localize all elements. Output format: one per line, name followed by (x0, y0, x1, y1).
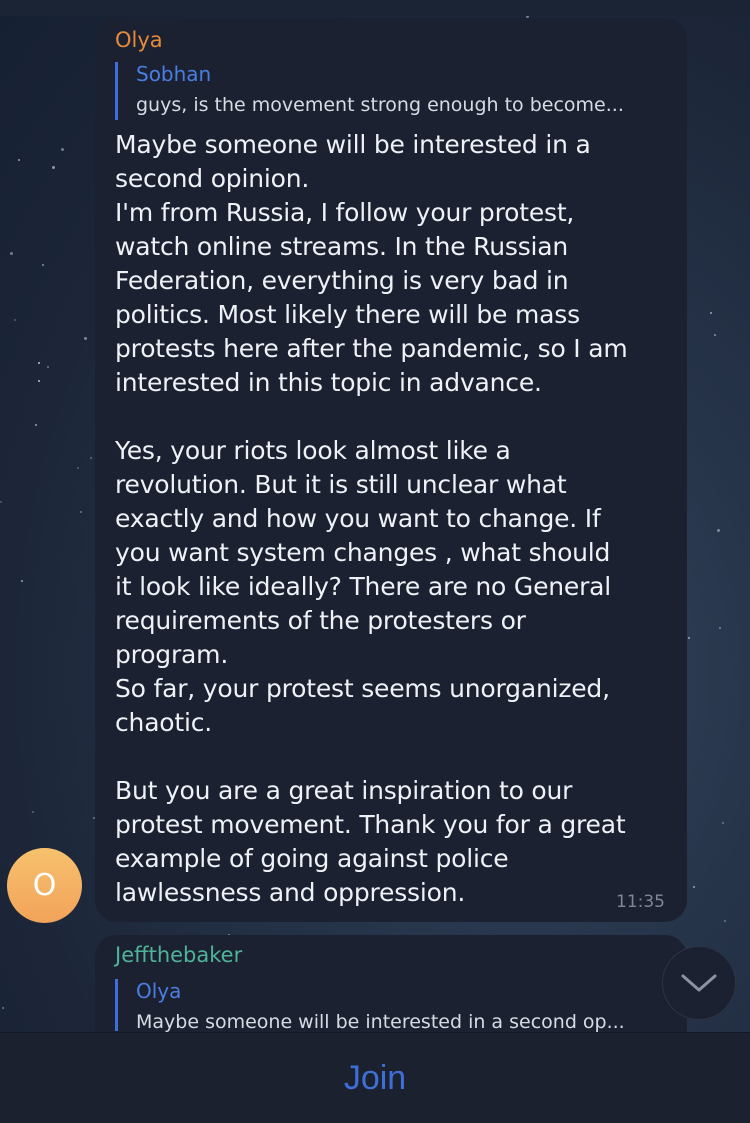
scroll-to-bottom-button[interactable] (662, 946, 736, 1020)
star (42, 264, 44, 266)
reply-quote[interactable]: Olya Maybe someone will be interested in… (115, 979, 669, 1033)
star (710, 312, 712, 314)
star (38, 380, 40, 382)
reply-sender-name: Sobhan (136, 62, 212, 86)
avatar-letter: O (32, 868, 57, 903)
star (10, 252, 13, 255)
sender-name[interactable]: Olya (115, 28, 163, 52)
star (693, 886, 695, 888)
message-text: Maybe someone will be interested in a se… (115, 130, 628, 907)
star (14, 319, 16, 321)
message-bubble[interactable]: Olya Sobhan guys, is the movement strong… (95, 18, 687, 922)
star (714, 334, 716, 336)
star (47, 366, 49, 368)
star (32, 811, 34, 813)
join-button[interactable]: Join (344, 1059, 406, 1098)
star (52, 166, 55, 169)
star (722, 822, 724, 824)
star (61, 148, 64, 151)
star (38, 362, 40, 364)
star (724, 920, 726, 922)
message-timestamp: 11:35 (616, 892, 665, 912)
reply-preview-text: guys, is the movement strong enough to b… (136, 94, 624, 116)
star (77, 467, 79, 469)
reply-sender-name: Olya (136, 979, 182, 1003)
star (80, 511, 82, 513)
star (35, 424, 37, 426)
reply-quote[interactable]: Sobhan guys, is the movement strong enou… (115, 62, 669, 120)
sender-name[interactable]: Jeffthebaker (115, 943, 242, 967)
star (719, 627, 721, 629)
star (2, 1007, 4, 1009)
avatar[interactable]: O (7, 848, 82, 923)
star (0, 501, 2, 503)
bottom-bar: Join (0, 1032, 750, 1123)
star (84, 337, 87, 340)
star (90, 457, 92, 459)
star (688, 637, 690, 639)
star (21, 580, 23, 582)
star (717, 529, 720, 532)
star (18, 159, 20, 161)
chevron-down-icon (681, 974, 717, 992)
top-strip (0, 0, 750, 16)
